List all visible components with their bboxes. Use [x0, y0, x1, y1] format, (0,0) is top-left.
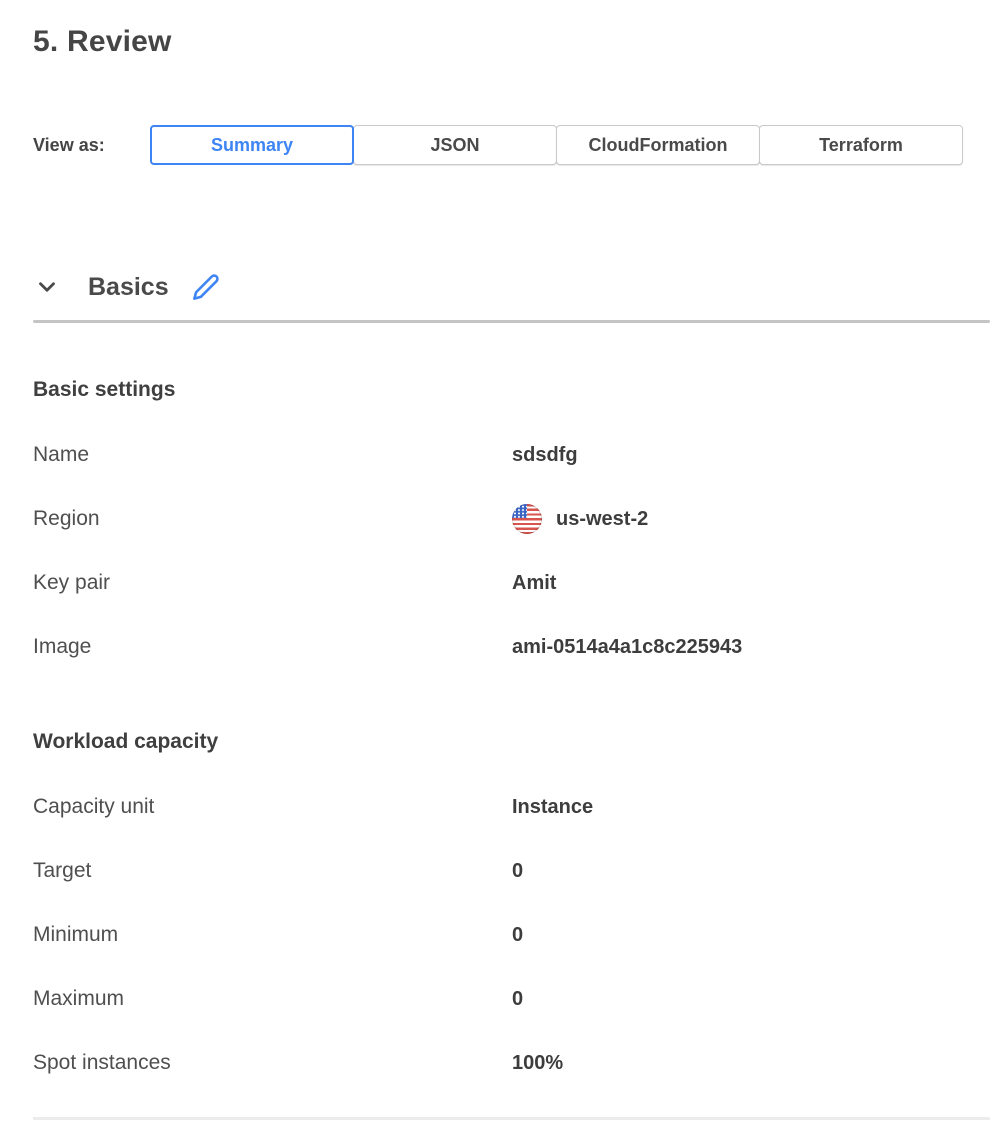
view-as-row: View as: Summary JSON CloudFormation Ter…: [33, 125, 990, 165]
row-region: Region us-west-2: [33, 504, 990, 534]
row-target: Target 0: [33, 856, 990, 886]
row-name: Name sdsdfg: [33, 440, 990, 470]
row-value: us-west-2: [512, 504, 648, 534]
basic-settings-rows: Name sdsdfg Region us-west-2 Key pair Am…: [0, 440, 990, 662]
row-value: Amit: [512, 572, 556, 595]
chevron-down-icon: [34, 274, 60, 300]
tab-json[interactable]: JSON: [353, 125, 557, 165]
row-capacity-unit: Capacity unit Instance: [33, 792, 990, 822]
row-value: sdsdfg: [512, 444, 578, 467]
collapse-section-button[interactable]: [33, 273, 61, 301]
row-value: Instance: [512, 796, 593, 819]
row-label: Capacity unit: [33, 795, 512, 819]
basics-section-title: Basics: [88, 273, 169, 302]
row-maximum: Maximum 0: [33, 984, 990, 1014]
view-as-label: View as:: [33, 135, 150, 156]
group-heading-workload-capacity: Workload capacity: [33, 728, 990, 756]
section-divider: [33, 320, 990, 323]
workload-capacity-rows: Capacity unit Instance Target 0 Minimum …: [0, 792, 990, 1078]
view-as-segmented-control: Summary JSON CloudFormation Terraform: [150, 125, 963, 165]
row-value: 0: [512, 988, 523, 1011]
row-key-pair: Key pair Amit: [33, 568, 990, 598]
pencil-icon: [192, 273, 220, 301]
row-spot-instances: Spot instances 100%: [33, 1048, 990, 1078]
row-label: Name: [33, 443, 512, 467]
row-value: 100%: [512, 1052, 563, 1075]
tab-summary[interactable]: Summary: [150, 125, 354, 165]
row-value: 0: [512, 924, 523, 947]
region-value-text: us-west-2: [556, 508, 648, 531]
row-label: Minimum: [33, 923, 512, 947]
row-label: Region: [33, 507, 512, 531]
row-minimum: Minimum 0: [33, 920, 990, 950]
row-label: Target: [33, 859, 512, 883]
row-label: Spot instances: [33, 1051, 512, 1075]
edit-basics-button[interactable]: [191, 272, 221, 302]
page-title: 5. Review: [33, 25, 990, 59]
review-page: 5. Review View as: Summary JSON CloudFor…: [0, 25, 990, 1123]
basics-section-header: Basics: [33, 269, 990, 305]
bottom-divider: [33, 1117, 990, 1120]
row-value: 0: [512, 860, 523, 883]
tab-cloudformation[interactable]: CloudFormation: [556, 125, 760, 165]
row-image: Image ami-0514a4a1c8c225943: [33, 632, 990, 662]
row-label: Maximum: [33, 987, 512, 1011]
tab-terraform[interactable]: Terraform: [759, 125, 963, 165]
row-label: Image: [33, 635, 512, 659]
us-flag-icon: [512, 504, 542, 534]
row-label: Key pair: [33, 571, 512, 595]
group-heading-basic-settings: Basic settings: [33, 376, 990, 404]
row-value: ami-0514a4a1c8c225943: [512, 636, 742, 659]
